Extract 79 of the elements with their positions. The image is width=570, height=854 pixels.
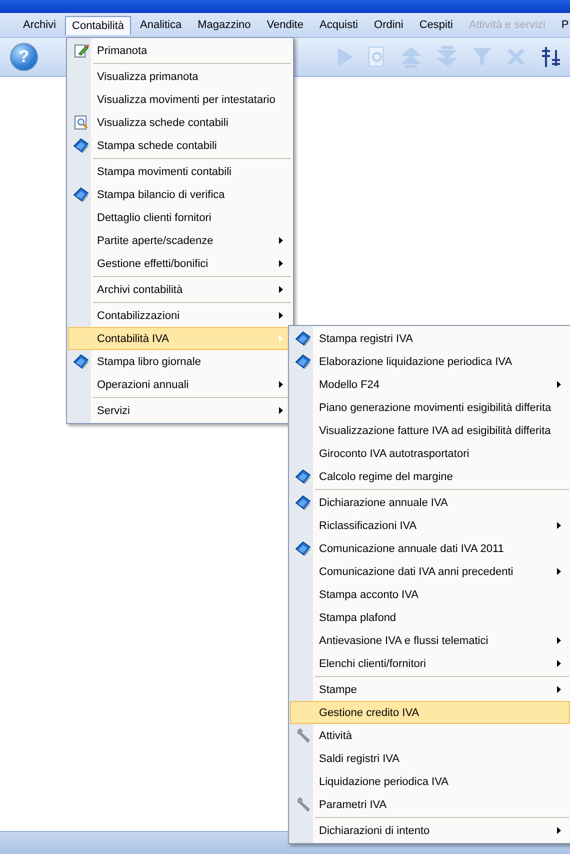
book-icon: [295, 331, 311, 346]
menu-item[interactable]: Servizi: [68, 399, 292, 422]
menu-item[interactable]: Stampa registri IVA: [290, 327, 570, 350]
menu-bar-item[interactable]: Archivi: [16, 15, 64, 35]
menu-bar-item[interactable]: Vendite: [260, 15, 310, 35]
menu-bar-item[interactable]: Acquisti: [312, 15, 366, 35]
menu-item[interactable]: Saldi registri IVA: [290, 747, 570, 770]
edit-document-icon: [74, 43, 88, 58]
menu-bar-item[interactable]: P: [554, 15, 570, 35]
submenu-arrow-icon: [557, 660, 561, 667]
menu-item[interactable]: Visualizza movimenti per intestatario: [68, 88, 292, 111]
menu-item[interactable]: Primanota: [68, 39, 292, 62]
submenu-arrow-icon: [557, 381, 561, 388]
menu-item[interactable]: Riclassificazioni IVA: [290, 514, 570, 537]
submenu-arrow-icon: [279, 335, 283, 342]
submenu-arrow-icon: [557, 827, 561, 834]
menu-item[interactable]: Stampa plafond: [290, 606, 570, 629]
submenu-arrow-icon: [279, 237, 283, 244]
menu-item[interactable]: Liquidazione periodica IVA: [290, 770, 570, 793]
submenu-arrow-icon: [557, 568, 561, 575]
magnifier-document-icon: [74, 115, 88, 130]
menu-item[interactable]: Visualizza schede contabili: [68, 111, 292, 134]
play-icon[interactable]: [336, 47, 354, 67]
menu-item[interactable]: Stampe: [290, 678, 570, 701]
sort-icon[interactable]: [540, 46, 562, 68]
menu-item[interactable]: Calcolo regime del margine: [290, 465, 570, 488]
book-icon: [295, 354, 311, 369]
menu-item[interactable]: Stampa movimenti contabili: [68, 160, 292, 183]
up-arrows-icon[interactable]: [400, 46, 422, 68]
menu-bar-item[interactable]: Contabilità: [65, 16, 131, 34]
delete-icon[interactable]: [506, 47, 526, 67]
menu-item[interactable]: Partite aperte/scadenze: [68, 229, 292, 252]
menu-item[interactable]: Comunicazione dati IVA anni precedenti: [290, 560, 570, 583]
menu-item[interactable]: Archivi contabilità: [68, 278, 292, 301]
filter-icon[interactable]: [472, 46, 492, 68]
menu-item[interactable]: Piano generazione movimenti esigibilità differita: [290, 396, 570, 419]
menu-item[interactable]: Gestione credito IVA: [290, 701, 570, 724]
menu-item[interactable]: Stampa bilancio di verifica: [68, 183, 292, 206]
book-icon: [73, 187, 89, 202]
menu-item[interactable]: Modello F24: [290, 373, 570, 396]
submenu-arrow-icon: [279, 381, 283, 388]
menu-item[interactable]: Elenchi clienti/fornitori: [290, 652, 570, 675]
submenu-arrow-icon: [557, 686, 561, 693]
wrench-icon: [296, 797, 310, 812]
menu-item[interactable]: Visualizzazione fatture IVA ad esigibilità differita: [290, 419, 570, 442]
menu-item[interactable]: Contabilizzazioni: [68, 304, 292, 327]
menu-item[interactable]: Stampa libro giornale: [68, 350, 292, 373]
menu-item[interactable]: Dichiarazioni di intento: [290, 819, 570, 842]
book-icon: [295, 469, 311, 484]
book-icon: [295, 495, 311, 510]
submenu-arrow-icon: [279, 286, 283, 293]
book-icon: [295, 541, 311, 556]
submenu-arrow-icon: [279, 260, 283, 267]
book-icon: [73, 354, 89, 369]
menu-bar-item[interactable]: Ordini: [367, 15, 410, 35]
magnifier-document-icon[interactable]: [368, 46, 386, 68]
menu-item[interactable]: Dichiarazione annuale IVA: [290, 491, 570, 514]
menu-item[interactable]: Elaborazione liquidazione periodica IVA: [290, 350, 570, 373]
menu-bar-item[interactable]: Analitica: [133, 15, 189, 35]
submenu-arrow-icon: [279, 407, 283, 414]
menu-item[interactable]: Giroconto IVA autotrasportatori: [290, 442, 570, 465]
menu-item[interactable]: Operazioni annuali: [68, 373, 292, 396]
menu-item[interactable]: Stampa acconto IVA: [290, 583, 570, 606]
submenu-arrow-icon: [557, 637, 561, 644]
menu-item[interactable]: Attività: [290, 724, 570, 747]
wrench-icon: [296, 728, 310, 743]
menu-item[interactable]: Stampa schede contabili: [68, 134, 292, 157]
menu-bar-item[interactable]: Cespiti: [412, 15, 460, 35]
down-arrows-icon[interactable]: [436, 46, 458, 68]
book-icon: [73, 138, 89, 153]
menu-item[interactable]: Gestione effetti/bonifici: [68, 252, 292, 275]
submenu-arrow-icon: [557, 522, 561, 529]
submenu-arrow-icon: [279, 312, 283, 319]
menu-item[interactable]: Antievasione IVA e flussi telematici: [290, 629, 570, 652]
menu-item[interactable]: Parametri IVA: [290, 793, 570, 816]
menu-item[interactable]: Visualizza primanota: [68, 65, 292, 88]
menu-bar-item[interactable]: Magazzino: [190, 15, 258, 35]
menu-item[interactable]: Dettaglio clienti fornitori: [68, 206, 292, 229]
menu-item[interactable]: Comunicazione annuale dati IVA 2011: [290, 537, 570, 560]
